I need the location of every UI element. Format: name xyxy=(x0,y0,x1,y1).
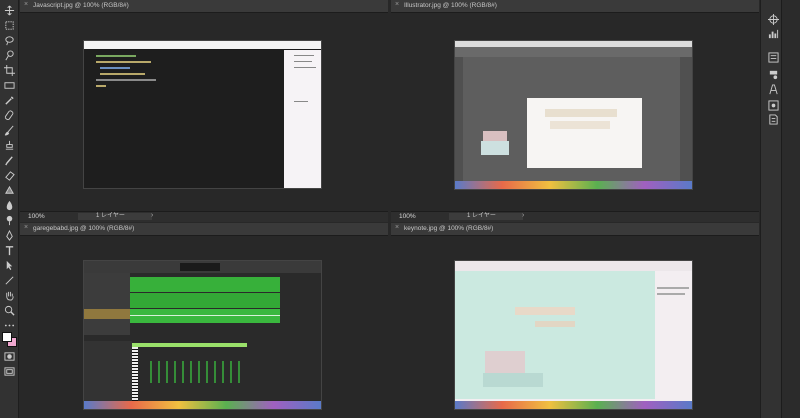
close-icon[interactable]: × xyxy=(395,224,399,231)
document-title: Javascript.jpg @ 100% (RGB/8#) xyxy=(33,2,129,9)
type-icon[interactable] xyxy=(3,244,15,256)
status-bar: 100% 1 レイヤー › xyxy=(20,211,388,222)
panel-collapse-strip xyxy=(781,0,800,418)
document-title: Illustrator.jpg @ 100% (RGB/8#) xyxy=(404,2,497,9)
close-icon[interactable]: × xyxy=(24,224,28,231)
blur-icon[interactable] xyxy=(3,199,15,211)
screenshot-image xyxy=(83,260,322,410)
document-title: garegebabd.jpg @ 100% (RGB/8#) xyxy=(33,225,135,232)
move-icon[interactable] xyxy=(3,4,15,16)
screenshot-image xyxy=(83,40,322,189)
color-icon[interactable] xyxy=(767,13,779,25)
document-window-garageband: × garegebabd.jpg @ 100% (RGB/8#) xyxy=(20,223,388,418)
frame-icon[interactable] xyxy=(3,79,15,91)
gradient-icon[interactable] xyxy=(3,184,15,196)
document-tab[interactable]: × garegebabd.jpg @ 100% (RGB/8#) xyxy=(20,223,388,236)
lasso-icon[interactable] xyxy=(3,34,15,46)
quick-select-icon[interactable] xyxy=(3,49,15,61)
dodge-icon[interactable] xyxy=(3,214,15,226)
foreground-color-swatch[interactable] xyxy=(2,332,12,342)
eyedropper-icon[interactable] xyxy=(3,94,15,106)
pen-icon[interactable] xyxy=(3,229,15,241)
document-title: keynote.jpg @ 100% (RGB/8#) xyxy=(404,225,494,232)
stamp-icon[interactable] xyxy=(3,139,15,151)
tools-panel xyxy=(0,0,19,418)
status-bar: 100% 1 レイヤー › xyxy=(391,211,759,222)
notes-icon[interactable] xyxy=(767,113,779,125)
brush-icon[interactable] xyxy=(3,124,15,136)
adjustments-icon[interactable] xyxy=(767,68,779,80)
chevron-right-icon[interactable]: › xyxy=(151,212,153,219)
character-icon[interactable] xyxy=(767,83,779,95)
document-window-illustrator: × Illustrator.jpg @ 100% (RGB/8#) 100% 1… xyxy=(391,0,759,222)
screen-mode-icon[interactable] xyxy=(3,365,15,377)
healing-icon[interactable] xyxy=(3,109,15,121)
path-select-icon[interactable] xyxy=(3,259,15,271)
marquee-icon[interactable] xyxy=(3,19,15,31)
hand-icon[interactable] xyxy=(3,289,15,301)
properties-icon[interactable] xyxy=(767,51,779,63)
zoom-level[interactable]: 100% xyxy=(399,213,416,220)
chevron-right-icon[interactable]: › xyxy=(522,212,524,219)
zoom-level[interactable]: 100% xyxy=(28,213,45,220)
document-window-keynote: × keynote.jpg @ 100% (RGB/8#) xyxy=(391,223,759,418)
document-canvas[interactable] xyxy=(20,236,388,418)
layers-icon[interactable] xyxy=(767,99,779,111)
screenshot-image xyxy=(454,260,693,410)
history-brush-icon[interactable] xyxy=(3,154,15,166)
zoom-icon[interactable] xyxy=(3,304,15,316)
more-tools-icon[interactable] xyxy=(3,319,15,331)
document-tab[interactable]: × Javascript.jpg @ 100% (RGB/8#) xyxy=(20,0,388,13)
document-canvas[interactable] xyxy=(391,236,759,418)
layer-info: 1 レイヤー xyxy=(449,213,523,220)
close-icon[interactable]: × xyxy=(395,1,399,8)
document-tab[interactable]: × Illustrator.jpg @ 100% (RGB/8#) xyxy=(391,0,759,13)
document-canvas[interactable] xyxy=(391,13,759,212)
crop-icon[interactable] xyxy=(3,64,15,76)
document-tab[interactable]: × keynote.jpg @ 100% (RGB/8#) xyxy=(391,223,759,236)
quick-mask-icon[interactable] xyxy=(3,350,15,362)
shape-icon[interactable] xyxy=(3,274,15,286)
histogram-icon[interactable] xyxy=(767,27,779,39)
document-canvas[interactable] xyxy=(20,13,388,212)
screenshot-image xyxy=(454,40,693,190)
eraser-icon[interactable] xyxy=(3,169,15,181)
layer-info: 1 レイヤー xyxy=(78,213,152,220)
document-window-javascript: × Javascript.jpg @ 100% (RGB/8#) 100% 1 … xyxy=(20,0,388,222)
close-icon[interactable]: × xyxy=(24,1,28,8)
